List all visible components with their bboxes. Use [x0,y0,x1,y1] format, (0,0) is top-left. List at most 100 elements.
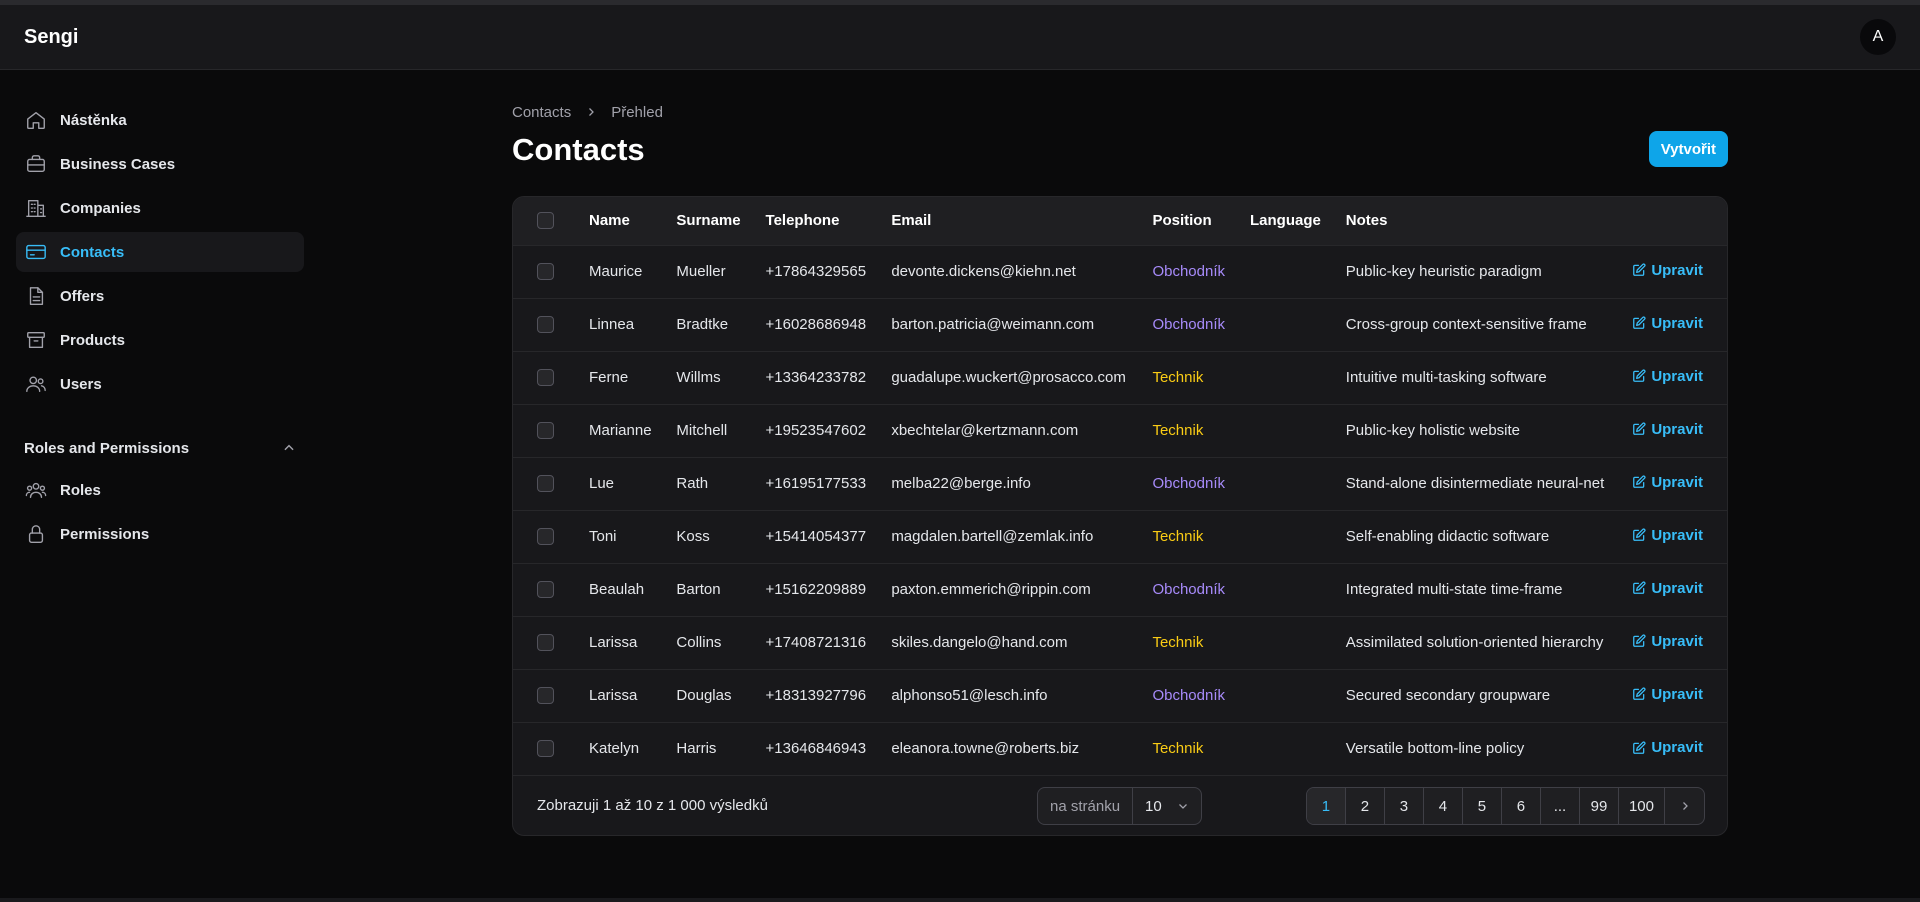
cell-telephone: +13646846943 [765,740,867,758]
sidebar-item-users[interactable]: Users [16,364,304,404]
pencil-square-icon [1633,634,1646,648]
sidebar-item-label: Contacts [60,243,125,261]
cell-notes: Public-key holistic website [1345,422,1521,439]
page-button-4[interactable]: 4 [1424,788,1463,824]
breadcrumb: Contacts Přehled [512,100,1728,124]
cell-notes: Intuitive multi-tasking software [1345,369,1547,386]
edit-label: Upravit [1651,526,1703,544]
sidebar-item-nástěnka[interactable]: Nástěnka [16,100,304,140]
pencil-square-icon [1633,581,1646,595]
page-button-2[interactable]: 2 [1346,788,1385,824]
page-button-99[interactable]: 99 [1580,788,1619,824]
roles-permissions-group-toggle[interactable]: Roles and Permissions [16,432,304,464]
page-button-5[interactable]: 5 [1463,788,1502,824]
sidebar-item-label: Companies [60,199,141,217]
create-button[interactable]: Vytvořit [1648,131,1728,167]
edit-link[interactable]: Upravit [1632,262,1703,279]
cell-name: Marianne [589,422,652,439]
row-checkbox[interactable] [537,528,554,545]
edit-link[interactable]: Upravit [1632,633,1703,650]
col-email[interactable]: Email [879,197,1140,245]
sidebar-item-offers[interactable]: Offers [16,276,304,316]
edit-label: Upravit [1651,473,1703,491]
credit-card-icon [24,240,48,264]
sidebar-item-products[interactable]: Products [16,320,304,360]
per-page-select[interactable]: 10 [1133,788,1201,824]
row-checkbox[interactable] [537,422,554,439]
breadcrumb-contacts[interactable]: Contacts [512,104,571,121]
edit-link[interactable]: Upravit [1632,580,1703,597]
cell-email: alphonso51@lesch.info [891,687,1048,704]
row-checkbox[interactable] [537,263,554,280]
page-title: Contacts [512,132,645,167]
edit-link[interactable]: Upravit [1632,421,1703,438]
cell-email: xbechtelar@kertzmann.com [891,422,1079,439]
table-row: Ferne Willms +13364233782 guadalupe.wuckert… [513,351,1727,404]
col-position[interactable]: Position [1140,197,1238,245]
cell-email: eleanora.towne@roberts.biz [891,740,1080,758]
cell-surname: Bradtke [676,316,729,333]
table-row: Maurice Mueller +17864329565 devonte.dicken… [513,245,1727,298]
sidebar-item-companies[interactable]: Companies [16,188,304,228]
col-surname[interactable]: Surname [664,197,753,245]
sidebar-item-permissions[interactable]: Permissions [16,514,304,554]
cell-language [1238,616,1334,669]
group-title: Roles and Permissions [24,439,190,457]
sidebar-item-label: Business Cases [60,155,176,173]
chevron-right-icon [589,108,595,116]
cell-name: Beaulah [589,581,645,598]
page-button-3[interactable]: 3 [1385,788,1424,824]
cell-notes: Secured secondary groupware [1345,687,1551,704]
cell-position: Obchodník [1152,316,1225,333]
edit-label: Upravit [1651,579,1703,597]
table-row: Larissa Douglas +18313927796 alphonso51@les… [513,669,1727,722]
sidebar-item-contacts[interactable]: Contacts [16,232,304,272]
sidebar-item-label: Nástěnka [60,111,127,129]
cell-position: Obchodník [1152,581,1225,598]
cell-position: Obchodník [1152,475,1225,492]
col-telephone[interactable]: Telephone [754,197,880,245]
chevron-right-icon [1682,802,1688,810]
cell-surname: Mitchell [676,422,728,439]
table-footer: Zobrazuji 1 až 10 z 1 000 výsledků na st… [513,775,1727,835]
sidebar-item-roles[interactable]: Roles [16,470,304,510]
contacts-table: Name Surname Telephone Email Position La… [513,197,1727,775]
edit-link[interactable]: Upravit [1632,474,1703,491]
edit-link[interactable]: Upravit [1632,686,1703,703]
next-page-button[interactable] [1665,788,1704,824]
row-checkbox[interactable] [537,316,554,333]
pencil-square-icon [1633,687,1646,701]
cell-position: Technik [1152,634,1204,651]
cell-notes: Assimilated solution-oriented hierarchy [1345,634,1604,651]
edit-link[interactable]: Upravit [1632,315,1703,332]
sidebar-item-label: Offers [60,287,105,305]
row-checkbox[interactable] [537,740,554,758]
cell-language [1238,510,1334,563]
building-icon [24,196,48,220]
cell-language [1238,351,1334,404]
row-checkbox[interactable] [537,475,554,492]
page-button-100[interactable]: 100 [1619,788,1665,824]
select-all-checkbox[interactable] [537,212,554,230]
col-name[interactable]: Name [577,197,664,245]
edit-link[interactable]: Upravit [1632,527,1703,544]
page-button-1[interactable]: 1 [1306,788,1346,824]
row-checkbox[interactable] [537,369,554,386]
edit-link[interactable]: Upravit [1632,368,1703,385]
brand-logo[interactable]: Sengi [24,26,78,49]
row-checkbox[interactable] [537,687,554,704]
sidebar-item-business-cases[interactable]: Business Cases [16,144,304,184]
col-notes[interactable]: Notes [1334,197,1619,245]
edit-link[interactable]: Upravit [1632,739,1703,756]
pencil-square-icon [1633,422,1646,436]
page-button-6[interactable]: 6 [1502,788,1541,824]
table-row: Beaulah Barton +15162209889 paxton.emmerich… [513,563,1727,616]
edit-label: Upravit [1651,632,1703,650]
users-icon [24,372,48,396]
table-row: Toni Koss +15414054377 magdalen.bartell@zem… [513,510,1727,563]
row-checkbox[interactable] [537,581,554,598]
user-avatar[interactable]: A [1860,19,1896,55]
col-language[interactable]: Language [1238,197,1334,245]
cell-position: Technik [1152,740,1204,758]
row-checkbox[interactable] [537,634,554,651]
